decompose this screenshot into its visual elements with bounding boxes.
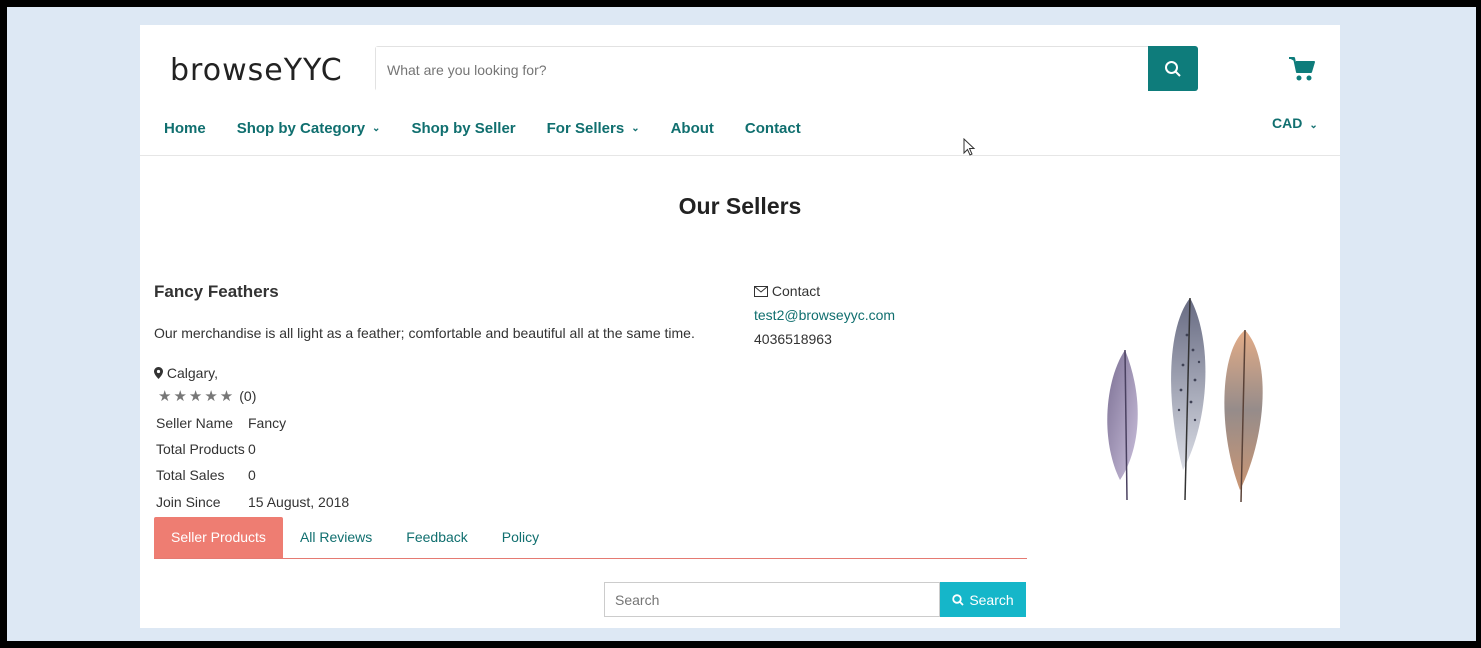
currency-selector[interactable]: CAD ⌄ (1272, 115, 1318, 131)
info-key: Total Sales (156, 467, 225, 483)
search-input[interactable] (376, 47, 1159, 92)
nav-home[interactable]: Home (164, 117, 206, 139)
nav-shop-by-seller[interactable]: Shop by Seller (411, 117, 515, 139)
info-total-sales: Total Sales 0 (156, 467, 256, 483)
seller-name: Fancy Feathers (154, 282, 279, 301)
info-key: Total Products (156, 441, 245, 457)
info-value: Fancy (248, 415, 287, 431)
info-key: Seller Name (156, 415, 234, 431)
seller-tabs: Seller Products All Reviews Feedback Pol… (154, 517, 1027, 559)
location-text: Calgary, (166, 365, 218, 381)
nav-about[interactable]: About (671, 117, 714, 139)
nav-label: Home (164, 119, 206, 137)
page-title: Our Sellers (678, 193, 802, 219)
product-search-button-label: Search (969, 591, 1014, 608)
search-icon (1165, 60, 1181, 77)
header-search (375, 46, 1198, 92)
nav-label: About (670, 119, 714, 137)
mouse-cursor-icon (963, 138, 976, 156)
tab-feedback[interactable]: Feedback (389, 517, 484, 558)
seller-email-link[interactable]: test2@browseyyc.com (754, 303, 895, 327)
envelope-icon (754, 286, 768, 297)
chevron-down-icon: ⌄ (631, 122, 640, 134)
seller-contact: Contact test2@browseyyc.com 4036518963 (754, 279, 895, 351)
nav-for-sellers[interactable]: For Sellers ⌄ (547, 117, 640, 139)
info-value: 15 August, 2018 (248, 494, 350, 510)
nav-label: Shop by Seller (411, 119, 516, 137)
tab-policy[interactable]: Policy (485, 517, 556, 558)
page-container: browseYYC Home Shop by Category ⌄ Shop by… (140, 25, 1340, 628)
tab-all-reviews[interactable]: All Reviews (283, 517, 389, 558)
nav-label: Shop by Category (236, 119, 366, 137)
info-key: Join Since (156, 494, 221, 510)
seller-rating: ★★★★★ (0) (158, 387, 256, 405)
seller-location: Calgary, (154, 365, 218, 381)
main-nav: Home Shop by Category ⌄ Shop by Seller Fo… (164, 117, 832, 139)
currency-label: CAD (1272, 115, 1303, 131)
star-rating-icons: ★★★★★ (158, 388, 236, 405)
info-value: 0 (248, 441, 256, 457)
tab-seller-products[interactable]: Seller Products (154, 517, 283, 558)
seller-description: Our merchandise is all light as a feathe… (154, 325, 695, 341)
search-button[interactable] (1148, 46, 1198, 91)
chevron-down-icon: ⌄ (1309, 120, 1318, 131)
product-search-input[interactable] (604, 582, 940, 617)
nav-label: For Sellers (546, 119, 625, 137)
product-search: Search (604, 582, 1027, 617)
search-icon (952, 593, 964, 606)
info-value: 0 (248, 467, 256, 483)
header-divider (140, 155, 1340, 156)
nav-label: Contact (744, 119, 801, 137)
map-marker-icon (154, 367, 163, 379)
chevron-down-icon: ⌄ (372, 122, 381, 134)
site-logo[interactable]: browseYYC (170, 53, 343, 88)
contact-label: Contact (771, 283, 821, 299)
feathers-banner-image (1107, 297, 1263, 503)
nav-shop-by-category[interactable]: Shop by Category ⌄ (237, 117, 381, 139)
info-join-since: Join Since 15 August, 2018 (156, 494, 349, 510)
rating-count: (0) (239, 388, 257, 404)
seller-phone: 4036518963 (754, 331, 832, 347)
info-total-products: Total Products 0 (156, 441, 256, 457)
info-seller-name: Seller Name Fancy (156, 415, 286, 431)
contact-heading: Contact (754, 279, 895, 303)
nav-contact[interactable]: Contact (745, 117, 801, 139)
product-search-button[interactable]: Search (940, 582, 1026, 617)
cart-icon[interactable] (1288, 55, 1316, 83)
